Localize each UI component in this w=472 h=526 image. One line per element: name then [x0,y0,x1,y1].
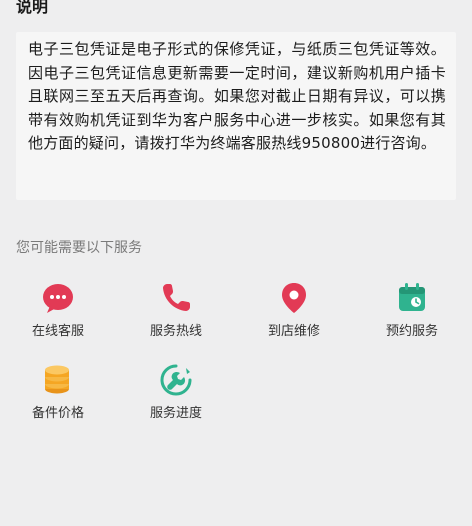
service-appointment[interactable]: 预约服务 [367,280,457,341]
coin-stack-icon [45,365,69,394]
service-label: 备件价格 [31,406,84,421]
service-online-support[interactable]: 在线客服 [13,280,103,341]
services-heading: 您可能需要以下服务 [16,240,142,256]
warranty-page: 说明 电子三包凭证是电子形式的保修凭证，与纸质三包凭证等效。因电子三包凭证信息更… [0,0,472,526]
calendar-icon [399,283,425,311]
service-hotline[interactable]: 服务热线 [131,280,221,341]
phone-icon [163,284,190,311]
service-label: 在线客服 [31,324,84,339]
service-label: 服务热线 [149,324,202,339]
service-progress[interactable]: 服务进度 [131,362,221,423]
service-store-repair[interactable]: 到店维修 [249,280,339,341]
description-text: 电子三包凭证是电子形式的保修凭证，与纸质三包凭证等效。因电子三包凭证信息更新需要… [28,40,446,152]
location-pin-icon [282,283,306,313]
chat-bubble-icon [43,284,73,313]
service-label: 到店维修 [267,324,320,339]
service-label: 预约服务 [385,324,438,339]
wrench-progress-icon [160,364,192,396]
service-spare-parts[interactable]: 备件价格 [13,362,103,423]
service-label: 服务进度 [149,406,202,421]
description-heading: 说明 [16,0,49,16]
description-card: 电子三包凭证是电子形式的保修凭证，与纸质三包凭证等效。因电子三包凭证信息更新需要… [16,32,456,200]
